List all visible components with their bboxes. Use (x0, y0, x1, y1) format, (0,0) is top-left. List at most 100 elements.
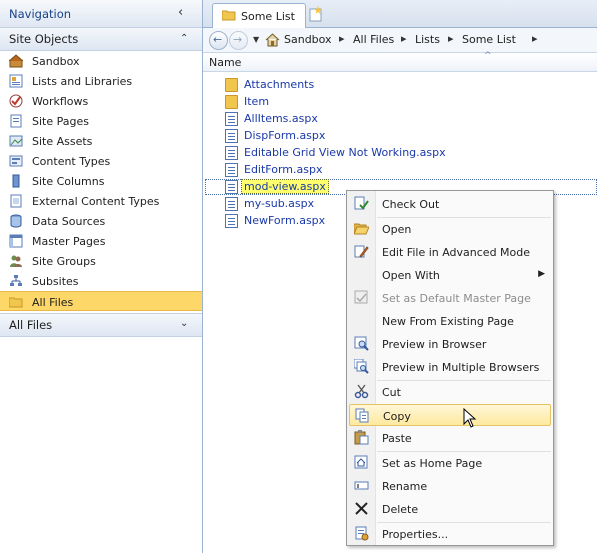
home-page-icon (354, 455, 369, 470)
breadcrumb-item[interactable]: Sandbox (284, 33, 332, 46)
sidebar-item-label: Content Types (32, 155, 111, 168)
sidebar-item-label: Data Sources (32, 215, 106, 228)
folder-icon (222, 10, 236, 21)
sidebar-item-site-groups[interactable]: Site Groups (0, 251, 202, 271)
external-content-types-icon (9, 194, 23, 208)
menu-item-cut[interactable]: Cut (349, 381, 551, 403)
sidebar-item-sandbox[interactable]: Sandbox (0, 51, 202, 71)
file-name[interactable]: Attachments (244, 78, 314, 91)
menu-item-rename[interactable]: Rename (349, 475, 551, 497)
breadcrumb-separator-icon[interactable]: ▸ (401, 32, 407, 45)
file-name[interactable]: Editable Grid View Not Working.aspx (244, 146, 446, 159)
menu-item-label: Cut (382, 386, 401, 399)
content-types-icon (9, 154, 23, 168)
menu-item-preview-in-browser[interactable]: Preview in Browser (349, 333, 551, 355)
menu-item-label: Rename (382, 480, 428, 493)
menu-item-set-as-default-master-page: Set as Default Master Page (349, 287, 551, 309)
menu-item-label: New From Existing Page (382, 315, 514, 328)
sidebar-item-site-columns[interactable]: Site Columns (0, 171, 202, 191)
sidebar-item-label: Master Pages (32, 235, 106, 248)
context-menu: Check Out Open Edit File in Advanced Mode O… (346, 190, 554, 546)
collapse-pane-icon[interactable]: ‹ (178, 6, 183, 19)
file-name[interactable]: mod-view.aspx (241, 179, 329, 194)
history-dropdown-icon[interactable]: ▼ (253, 35, 259, 44)
menu-item-label: Edit File in Advanced Mode (382, 246, 531, 259)
tab-strip: Some List (203, 0, 597, 28)
forward-button[interactable]: → (229, 31, 248, 50)
menu-item-new-from-existing-page[interactable]: New From Existing Page (349, 310, 551, 332)
menu-item-properties[interactable]: Properties... (349, 523, 551, 545)
site-pages-icon (9, 114, 23, 128)
site-groups-icon (9, 254, 23, 268)
home-icon[interactable] (265, 32, 280, 47)
all-files-header[interactable]: All Files ⌄ (0, 313, 202, 337)
site-icon (8, 54, 24, 68)
sidebar-item-all-files[interactable]: All Files (0, 291, 202, 311)
properties-icon (354, 526, 369, 541)
site-objects-header[interactable]: Site Objects ⌃ (0, 27, 202, 51)
menu-item-open-with[interactable]: Open With ▶ (349, 264, 551, 286)
aspx-page-icon (225, 197, 238, 211)
aspx-page-icon (225, 180, 238, 194)
open-folder-icon (353, 221, 370, 236)
menu-item-set-as-home-page[interactable]: Set as Home Page (349, 452, 551, 474)
chevron-up-icon[interactable]: ⌃ (180, 32, 188, 45)
chevron-down-icon[interactable]: ⌄ (180, 317, 188, 330)
sidebar-item-label: Subsites (32, 275, 79, 288)
sidebar-item-site-pages[interactable]: Site Pages (0, 111, 202, 131)
menu-item-check-out[interactable]: Check Out (349, 193, 551, 215)
breadcrumb-separator-icon[interactable]: ▸ (339, 32, 345, 45)
sidebar-item-data-sources[interactable]: Data Sources (0, 211, 202, 231)
folder-icon (225, 95, 238, 109)
menu-item-delete[interactable]: Delete (349, 498, 551, 520)
menu-item-label: Check Out (382, 198, 440, 211)
breadcrumb-separator-icon[interactable]: ▸ (532, 32, 538, 45)
file-name[interactable]: EditForm.aspx (244, 163, 322, 176)
file-name[interactable]: Item (244, 95, 269, 108)
sidebar-item-external-content-types[interactable]: External Content Types (0, 191, 202, 211)
menu-item-label: Preview in Browser (382, 338, 487, 351)
column-header-label: Name (209, 56, 242, 69)
sidebar-item-site-assets[interactable]: Site Assets (0, 131, 202, 151)
edit-advanced-icon (354, 244, 369, 259)
site-columns-icon (9, 174, 23, 188)
menu-item-paste[interactable]: Paste (349, 427, 551, 449)
data-sources-icon (9, 214, 23, 228)
tab-label: Some List (241, 10, 295, 23)
sidebar-item-subsites[interactable]: Subsites (0, 271, 202, 291)
menu-item-preview-in-multiple-browsers[interactable]: Preview in Multiple Browsers (349, 356, 551, 378)
tab-some-list[interactable]: Some List (212, 3, 306, 28)
breadcrumb-item[interactable]: Lists (415, 33, 440, 46)
aspx-page-icon (225, 214, 238, 228)
new-tab-icon[interactable] (307, 5, 325, 23)
sidebar-item-content-types[interactable]: Content Types (0, 151, 202, 171)
menu-item-edit-file-in-advanced-mode[interactable]: Edit File in Advanced Mode (349, 241, 551, 263)
menu-item-copy[interactable]: Copy (349, 404, 551, 426)
sidebar-item-master-pages[interactable]: Master Pages (0, 231, 202, 251)
name-column-header[interactable]: Name ^ (203, 51, 597, 72)
workflow-icon (9, 94, 23, 108)
file-name[interactable]: DispForm.aspx (244, 129, 325, 142)
sidebar-item-workflows[interactable]: Workflows (0, 91, 202, 111)
paste-icon (354, 430, 369, 445)
file-name[interactable]: my-sub.aspx (244, 197, 314, 210)
breadcrumb-item[interactable]: All Files (353, 33, 394, 46)
scissors-icon (354, 384, 369, 399)
sidebar-item-lists-and-libraries[interactable]: Lists and Libraries (0, 71, 202, 91)
sidebar-item-label: External Content Types (32, 195, 160, 208)
all-files-title: All Files (9, 318, 53, 332)
breadcrumb-separator-icon[interactable]: ▸ (448, 32, 454, 45)
navigation-title: Navigation (9, 7, 72, 21)
submenu-arrow-icon: ▶ (538, 269, 545, 279)
aspx-page-icon (225, 129, 238, 143)
site-assets-icon (9, 134, 23, 148)
aspx-page-icon (225, 163, 238, 177)
file-name[interactable]: AllItems.aspx (244, 112, 318, 125)
back-button[interactable]: ← (209, 31, 228, 50)
back-arrow-icon: ← (213, 33, 223, 46)
navigation-header: Navigation ‹ (0, 0, 202, 28)
mouse-cursor-icon (463, 408, 477, 428)
breadcrumb-item[interactable]: Some List (462, 33, 516, 46)
file-name[interactable]: NewForm.aspx (244, 214, 325, 227)
menu-item-open[interactable]: Open (349, 218, 551, 240)
